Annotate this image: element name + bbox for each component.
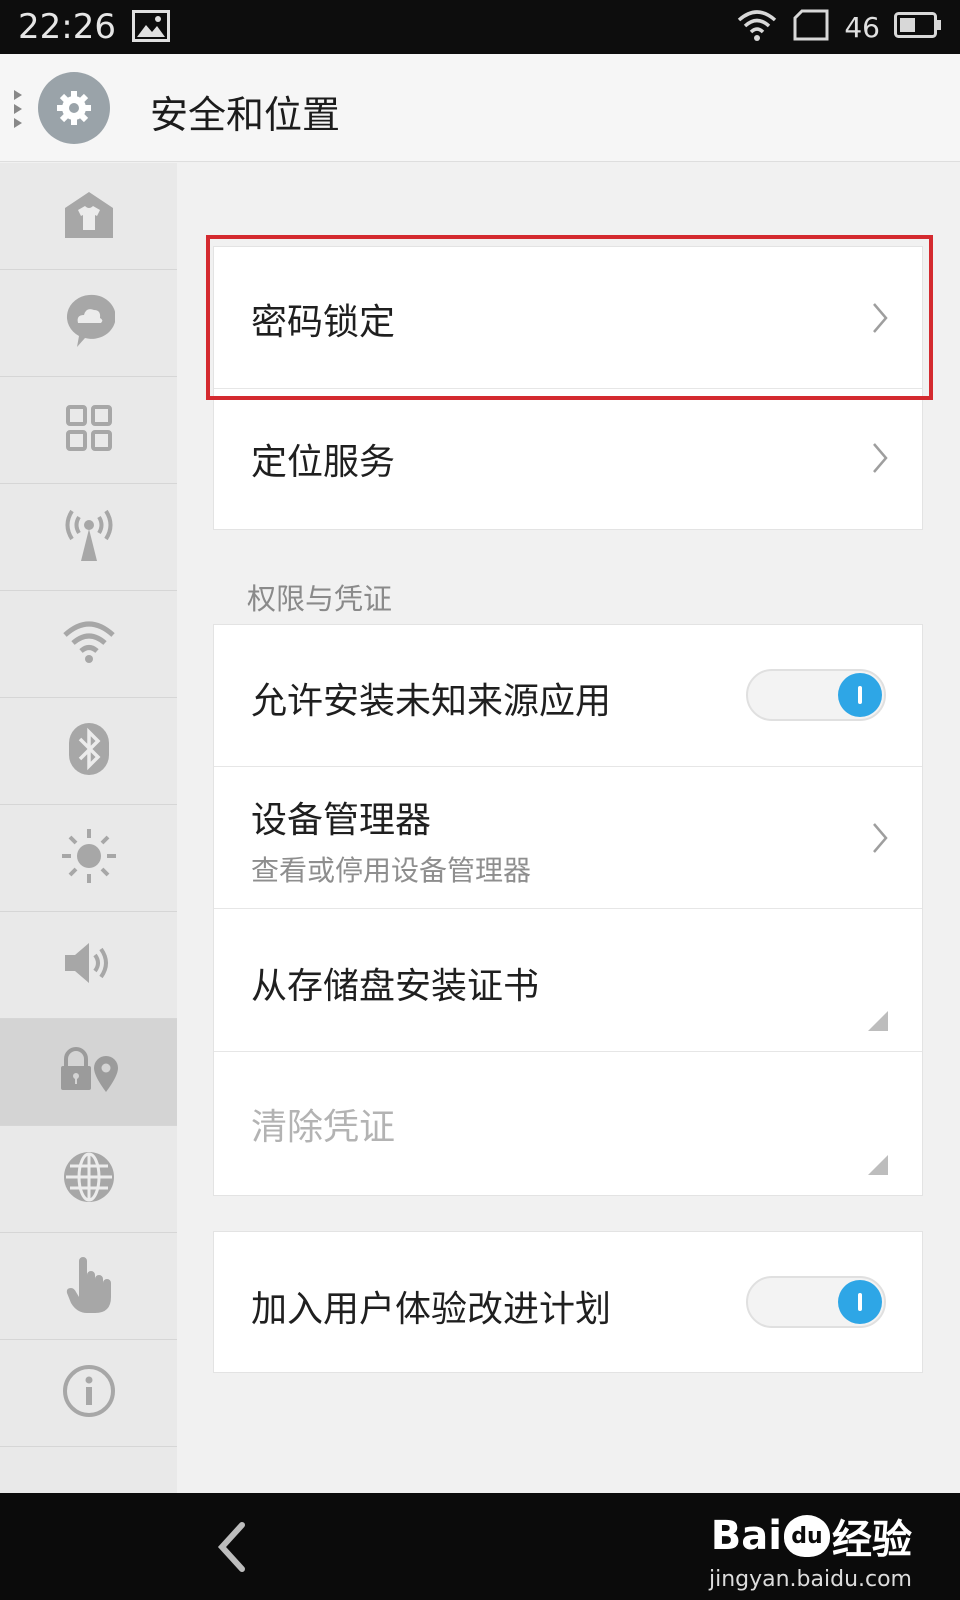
unknown-sources-toggle[interactable] [746, 669, 886, 721]
install-cert-label: 从存储盘安装证书 [251, 966, 540, 1007]
volume-icon [61, 940, 117, 990]
ux-program-label: 加入用户体验改进计划 [251, 1289, 612, 1330]
settings-card-ux: 加入用户体验改进计划 [213, 1231, 923, 1373]
chevron-right-icon [872, 302, 888, 338]
cloud-chat-icon [63, 293, 116, 353]
sim-card-icon [792, 9, 830, 45]
device-admin-row[interactable]: 设备管理器 查看或停用设备管理器 [214, 767, 922, 909]
sidebar-item-about[interactable] [0, 1340, 177, 1447]
location-service-label: 定位服务 [251, 442, 396, 483]
password-lock-label: 密码锁定 [251, 302, 396, 343]
clear-credentials-row[interactable]: 清除凭证 [214, 1052, 922, 1195]
brightness-icon [59, 826, 119, 890]
antenna-icon [61, 507, 117, 567]
sidebar-item-network[interactable] [0, 484, 177, 591]
globe-icon [62, 1150, 116, 1208]
ux-program-row[interactable]: 加入用户体验改进计划 [214, 1232, 922, 1372]
wifi-status-icon [736, 8, 778, 46]
info-icon [62, 1364, 116, 1422]
dropdown-corner-icon [868, 1155, 888, 1175]
sidebar-item-gestures[interactable] [0, 1233, 177, 1340]
page-title: 安全和位置 [150, 93, 341, 137]
sidebar-item-security[interactable] [0, 1019, 177, 1126]
sidebar-item-apps[interactable] [0, 377, 177, 484]
gear-icon[interactable] [38, 72, 110, 144]
back-arrow-icon[interactable] [204, 1517, 264, 1577]
sidebar-item-wifi[interactable] [0, 591, 177, 698]
chevron-right-icon [872, 442, 888, 478]
baidu-logo: Bai du 经验 [710, 1513, 912, 1563]
section-header-permissions: 权限与凭证 [247, 582, 393, 616]
sidebar-item-cloud[interactable] [0, 270, 177, 377]
drawer-grip-icon[interactable] [12, 88, 24, 132]
password-lock-row[interactable]: 密码锁定 [214, 247, 922, 389]
chevron-right-icon [872, 822, 888, 858]
battery-icon [894, 11, 942, 43]
header: 安全和位置 [0, 54, 960, 162]
baidu-watermark: Bai du 经验 jingyan.baidu.com [709, 1507, 912, 1592]
device-admin-label: 设备管理器 [251, 800, 432, 841]
toggle-knob [838, 673, 882, 717]
bluetooth-icon [67, 721, 111, 781]
sidebar [0, 163, 177, 1493]
watermark-url: jingyan.baidu.com [708, 1567, 912, 1592]
status-bar: 22:26 46 [0, 0, 960, 54]
dropdown-corner-icon [868, 1011, 888, 1031]
settings-content: 密码锁定 定位服务 权限与凭证 允许安装未知来源应用 设备管理器 查看或停用设备… [177, 163, 960, 1493]
ux-program-toggle[interactable] [746, 1276, 886, 1328]
hand-icon [65, 1253, 113, 1319]
sidebar-item-theme[interactable] [0, 163, 177, 270]
unknown-sources-row[interactable]: 允许安装未知来源应用 [214, 625, 922, 767]
location-service-row[interactable]: 定位服务 [214, 389, 922, 531]
settings-card-permissions: 允许安装未知来源应用 设备管理器 查看或停用设备管理器 从存储盘安装证书 清除凭… [213, 624, 923, 1196]
navigation-bar: Bai du 经验 jingyan.baidu.com [0, 1493, 960, 1600]
device-admin-subtitle: 查看或停用设备管理器 [251, 854, 532, 887]
lock-location-icon [58, 1046, 120, 1098]
sidebar-item-bluetooth[interactable] [0, 698, 177, 805]
image-notification-icon [132, 10, 170, 46]
clear-credentials-label: 清除凭证 [251, 1107, 396, 1148]
wifi-icon [61, 619, 117, 669]
apps-grid-icon [65, 404, 113, 456]
sidebar-item-language[interactable] [0, 1126, 177, 1233]
toggle-knob [838, 1280, 882, 1324]
settings-card-security: 密码锁定 定位服务 [213, 246, 923, 530]
install-cert-row[interactable]: 从存储盘安装证书 [214, 909, 922, 1052]
signal-label: 46 [844, 10, 880, 44]
theme-icon [61, 188, 117, 244]
sidebar-item-display[interactable] [0, 805, 177, 912]
sidebar-item-sound[interactable] [0, 912, 177, 1019]
status-time: 22:26 [18, 7, 116, 47]
unknown-sources-label: 允许安装未知来源应用 [251, 681, 612, 722]
status-icons: 46 [736, 8, 942, 46]
